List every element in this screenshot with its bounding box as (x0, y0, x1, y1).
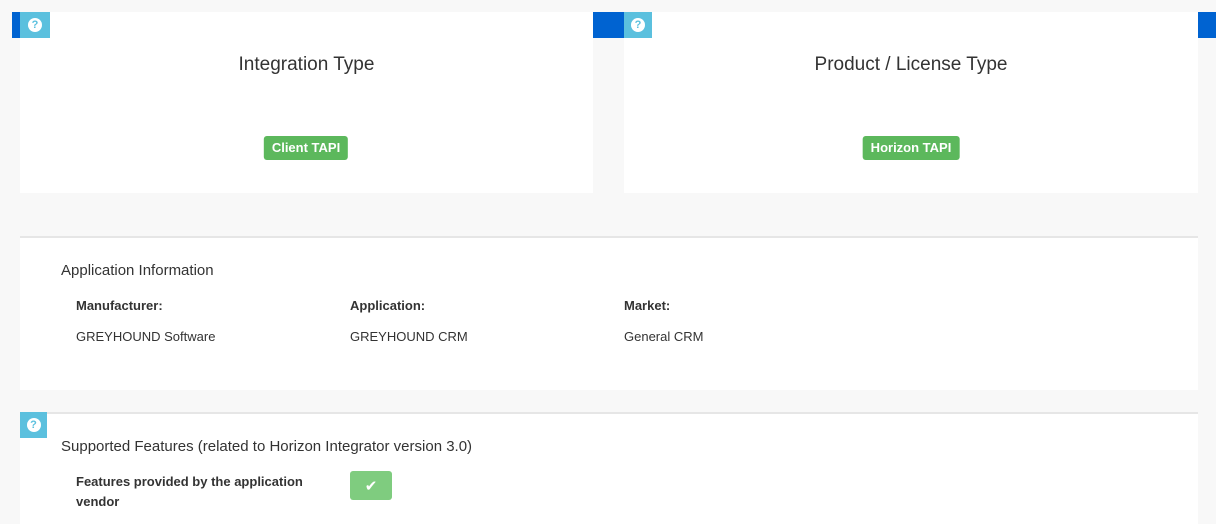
application-label: Application: (350, 298, 426, 313)
product-help-button[interactable]: ? (624, 12, 652, 38)
application-information-title: Application Information (61, 262, 214, 279)
product-license-badge: Horizon TAPI (862, 136, 960, 160)
question-circle-icon: ? (631, 18, 645, 32)
application-value: GREYHOUND CRM (350, 329, 468, 344)
integration-type-card: Integration Type Client TAPI (20, 12, 593, 193)
market-value: General CRM (624, 329, 704, 344)
vendor-features-status: ✔ (350, 471, 392, 500)
integration-help-button[interactable]: ? (20, 12, 50, 38)
supported-features-panel: Supported Features (related to Horizon I… (20, 412, 1198, 524)
middle-accent-bar (593, 12, 624, 38)
integration-type-title: Integration Type (238, 54, 375, 75)
right-accent-bar (1198, 12, 1216, 38)
question-circle-icon: ? (28, 18, 42, 32)
supported-features-title: Supported Features (related to Horizon I… (61, 438, 473, 455)
manufacturer-value: GREYHOUND Software (76, 329, 216, 344)
integration-type-badge: Client TAPI (263, 136, 349, 160)
market-label: Market: (624, 298, 671, 313)
left-accent-bar (12, 12, 20, 38)
manufacturer-label: Manufacturer: (76, 298, 163, 313)
question-circle-icon: ? (26, 418, 41, 432)
application-information-panel: Application Information Manufacturer: GR… (20, 236, 1198, 390)
vendor-features-label: Features provided by the application ven… (76, 474, 303, 509)
product-license-card: Product / License Type Horizon TAPI (624, 12, 1198, 193)
product-license-title: Product / License Type (814, 54, 1008, 75)
features-help-button[interactable]: ? (20, 412, 47, 438)
checkmark-icon: ✔ (364, 477, 378, 495)
